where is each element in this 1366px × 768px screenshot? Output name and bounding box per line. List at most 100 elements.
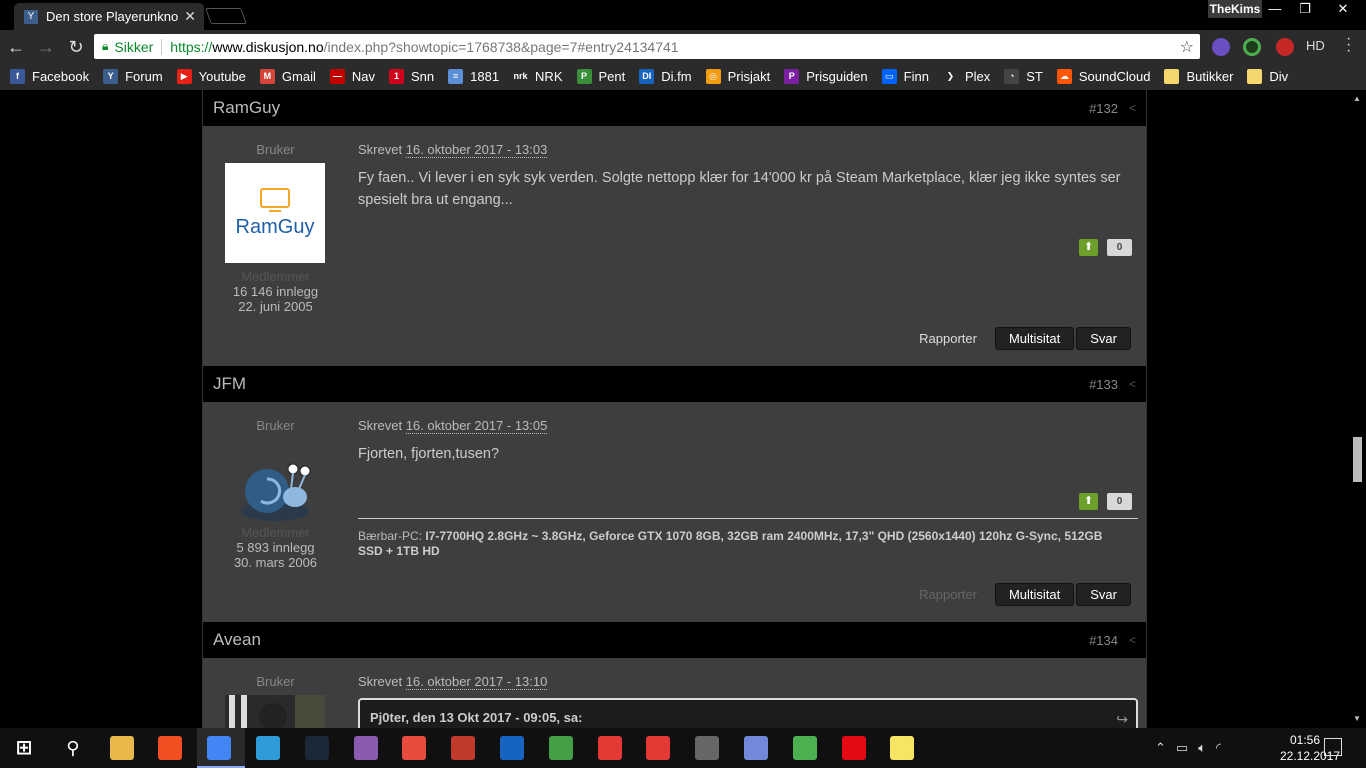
post-body: Bruker Medlemmer 5 893 innlegg 30. mars …	[202, 402, 1147, 622]
maximize-button[interactable]: ❐	[1290, 0, 1320, 18]
share-icon[interactable]: <	[1129, 377, 1136, 391]
utorrent-icon[interactable]	[548, 736, 573, 760]
gog-icon[interactable]	[353, 736, 378, 760]
malwarebytes-icon[interactable]	[500, 736, 524, 760]
upvote-arrow-icon[interactable]: ⬆	[1079, 493, 1098, 510]
bookmark-item[interactable]: ▶ Youtube	[176, 69, 246, 84]
upvote-arrow-icon[interactable]: ⬆	[1079, 239, 1098, 256]
app-gem-icon[interactable]	[646, 736, 671, 760]
page-scrollbar[interactable]: ▲ ▼	[1349, 90, 1366, 728]
windows-start-icon[interactable]: ⊞	[12, 736, 36, 760]
notification-icon[interactable]	[1324, 738, 1342, 756]
tab-title: Den store Playerunknown	[46, 9, 179, 24]
quote-jump-icon[interactable]: ↪	[1116, 711, 1128, 728]
report-button[interactable]: Rapporter	[919, 331, 977, 346]
wifi-icon[interactable]: ◜	[1216, 740, 1221, 756]
bookmark-item[interactable]: DI Di.fm	[639, 69, 692, 84]
bookmark-item[interactable]: ☁ SoundCloud	[1056, 69, 1150, 84]
bookmark-item[interactable]: Y Forum	[103, 69, 163, 84]
new-tab-button[interactable]	[205, 8, 247, 24]
clock-date: 22.12.2017	[1280, 749, 1341, 763]
browser-tab[interactable]: Y Den store Playerunknown ✕	[14, 3, 204, 30]
file-explorer-icon[interactable]	[109, 736, 134, 760]
network-icon[interactable]: ▭	[1176, 740, 1188, 756]
member-role: Bruker	[256, 674, 295, 689]
scroll-thumb[interactable]	[1353, 437, 1362, 482]
netflix-icon[interactable]	[841, 736, 866, 760]
reply-button[interactable]: Svar	[1076, 327, 1131, 350]
reply-button[interactable]: Svar	[1076, 583, 1131, 606]
tray-chevron-icon[interactable]: ⌃	[1155, 740, 1166, 756]
avatar[interactable]	[225, 695, 325, 728]
address-bar[interactable]: 🔒︎ Sikker https:// www.diskusjon.no /ind…	[94, 34, 1200, 59]
bookmark-item[interactable]: — Nav	[329, 69, 375, 84]
browser-toolbar: ← → ↻ 🔒︎ Sikker https:// www.diskusjon.n…	[0, 30, 1366, 63]
post-author[interactable]: RamGuy	[213, 98, 280, 118]
clock-time: 01:56	[1289, 733, 1321, 747]
bookmark-item[interactable]: ≡ 1881	[448, 69, 499, 84]
post-number[interactable]: #134	[1089, 633, 1118, 648]
profile-button[interactable]: TheKims	[1208, 0, 1262, 18]
st-icon: ◔	[1004, 69, 1020, 84]
adblock-extension-icon[interactable]	[1276, 38, 1294, 56]
minimize-button[interactable]: —	[1260, 0, 1290, 18]
close-window-button[interactable]: ✕	[1320, 0, 1366, 18]
report-button[interactable]: Rapporter	[919, 587, 977, 602]
post-author[interactable]: Avean	[213, 630, 261, 650]
bookmark-item[interactable]: ◔ ST	[1004, 69, 1043, 84]
chrome-icon[interactable]	[207, 736, 232, 760]
post-author[interactable]: JFM	[213, 374, 246, 394]
search-icon[interactable]: ⚲	[61, 736, 85, 760]
extension-hd[interactable]: HD	[1306, 38, 1325, 53]
bookmark-item[interactable]: 1 Snn	[388, 69, 434, 84]
reload-icon[interactable]: ↻	[62, 33, 90, 61]
app-clock-icon[interactable]	[695, 736, 720, 760]
app-camera-icon[interactable]	[597, 736, 622, 760]
taskbar-clock[interactable]: 01:56 22.12.2017	[1280, 732, 1341, 764]
store-icon[interactable]	[158, 736, 183, 760]
scroll-up-icon[interactable]: ▲	[1353, 94, 1361, 103]
bluestacks-icon[interactable]	[792, 736, 817, 760]
bookmark-item[interactable]: nrk NRK	[513, 69, 563, 84]
forward-icon[interactable]: →	[32, 33, 60, 61]
bookmark-item[interactable]: ▭ Finn	[881, 69, 929, 84]
post-number[interactable]: #132	[1089, 101, 1118, 116]
bookmark-item[interactable]: M Gmail	[259, 69, 316, 84]
bookmark-item[interactable]: P Prisguiden	[784, 69, 868, 84]
windows-taskbar: ⊞ ⚲ ⌃ ▭ 🔈︎ ◜ 01:56 22.12.2017	[0, 728, 1366, 768]
bookmark-label: Finn	[903, 69, 929, 84]
bookmark-item[interactable]: ❯ Plex	[942, 69, 990, 84]
secure-label: Sikker	[114, 38, 154, 55]
bookmark-star-icon[interactable]: ☆	[1180, 37, 1194, 57]
post-header: Avean #134 <	[202, 622, 1147, 658]
avatar[interactable]: RamGuy	[225, 163, 325, 263]
difm-icon: DI	[639, 69, 655, 84]
avatar[interactable]	[225, 439, 325, 539]
bookmark-item[interactable]: f Facebook	[10, 69, 89, 84]
discord-icon[interactable]	[744, 736, 768, 760]
share-icon[interactable]: <	[1129, 101, 1136, 115]
share-icon[interactable]: <	[1129, 633, 1136, 647]
bookmark-item[interactable]: P Pent	[576, 69, 625, 84]
multiquote-button[interactable]: Multisitat	[994, 583, 1075, 606]
sticky-notes-icon[interactable]	[890, 736, 915, 760]
volume-icon[interactable]: 🔈︎	[1198, 740, 1206, 756]
app-red-icon[interactable]	[402, 736, 427, 760]
bookmark-item[interactable]: ◎ Prisjakt	[705, 69, 770, 84]
steam-icon[interactable]	[304, 736, 329, 760]
forum-favicon-icon: Y	[24, 9, 38, 24]
url-host: www.diskusjon.no	[212, 38, 324, 55]
bookmark-item[interactable]: Div	[1247, 69, 1288, 84]
multiquote-button[interactable]: Multisitat	[994, 327, 1075, 350]
scroll-down-icon[interactable]: ▼	[1353, 714, 1361, 723]
app-blocked-icon[interactable]	[451, 736, 476, 760]
posted-date: 16. oktober 2017 - 13:10	[405, 674, 548, 690]
uplay-icon[interactable]	[256, 736, 280, 760]
chrome-menu-icon[interactable]: · · ·	[1346, 31, 1351, 59]
extension-green-icon[interactable]	[1243, 38, 1261, 56]
extension-purple-icon[interactable]	[1212, 38, 1230, 56]
back-icon[interactable]: ←	[2, 33, 30, 61]
tab-close-icon[interactable]: ✕	[184, 8, 196, 25]
bookmark-item[interactable]: Butikker	[1164, 69, 1233, 84]
post-number[interactable]: #133	[1089, 377, 1118, 392]
